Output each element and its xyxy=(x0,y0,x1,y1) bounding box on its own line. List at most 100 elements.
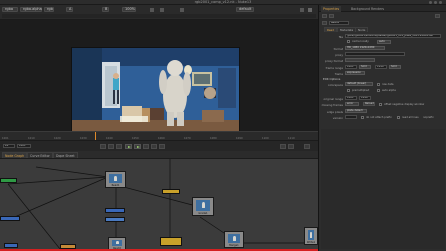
cache-mode-dropdown[interactable]: auto xyxy=(377,40,391,44)
panel-close-icon[interactable] xyxy=(435,14,440,18)
format-label: format xyxy=(333,47,343,51)
current-frame-field[interactable]: 1001 xyxy=(17,144,31,148)
node-graph-canvas[interactable]: Read1 Read2 Grade1 Merge1 Write1 xyxy=(0,159,318,251)
tab-background-renders[interactable]: Background Renders xyxy=(349,6,386,12)
noprefix-label: noprefix xyxy=(423,116,434,119)
frame-mode-dropdown[interactable]: expression xyxy=(345,71,365,75)
input-a-button[interactable]: A xyxy=(66,7,73,12)
first-frame-button[interactable] xyxy=(100,144,106,149)
tab-metadata[interactable]: Metadata xyxy=(337,27,357,32)
node-blue-2[interactable] xyxy=(4,243,18,248)
node-thumbnail xyxy=(196,200,210,211)
hold-after-dropdown[interactable]: hold xyxy=(389,65,401,69)
tab-node[interactable]: Node xyxy=(355,27,369,32)
do-not-attach-prefix-label: do not attach prefix xyxy=(366,116,392,119)
tab-dope-sheet[interactable]: Dope Sheet xyxy=(53,152,78,158)
tab-read[interactable]: Read xyxy=(324,27,338,32)
prev-frame-button[interactable] xyxy=(116,144,122,149)
frame-label: frame xyxy=(334,72,343,76)
version-field[interactable] xyxy=(345,115,357,119)
hold-before-dropdown[interactable]: hold xyxy=(359,65,371,69)
edge-pixels-dropdown[interactable]: plate detect xyxy=(345,109,367,113)
prev-keyframe-button[interactable] xyxy=(108,144,114,149)
last-frame-button[interactable] xyxy=(159,144,165,149)
viewer-toolbar-row2 xyxy=(2,14,316,18)
raw-data-checkbox[interactable] xyxy=(377,83,380,86)
lock-icon[interactable] xyxy=(308,8,312,12)
properties-empty-area xyxy=(321,129,445,249)
node-blue-4[interactable] xyxy=(105,217,125,222)
node-graph-tabs: Node Graph Curve Editor Dope Sheet xyxy=(0,151,318,159)
frame-end-field[interactable]: 1240 xyxy=(375,65,387,69)
proxy-field[interactable] xyxy=(345,52,405,56)
auto-alpha-label: auto alpha xyxy=(382,89,396,92)
input-b-button[interactable]: B xyxy=(102,7,109,12)
node-merge-preview[interactable]: Merge1 xyxy=(224,231,244,248)
edge-pixels-label: edge pixels xyxy=(327,110,343,114)
premultiplied-checkbox[interactable] xyxy=(347,89,350,92)
next-frame-button[interactable] xyxy=(143,144,149,149)
viewer-toolbar: rgba rgba.alpha rgb A B 100% default xyxy=(0,5,318,20)
node-grade1[interactable]: Grade1 xyxy=(192,197,214,216)
offset-negative-checkbox[interactable] xyxy=(379,103,382,106)
node-label: Write1 xyxy=(306,241,316,244)
node-thumbnail xyxy=(308,230,314,240)
viewer-panel[interactable]: BBL 1920,1080 1920x1080 1920 x 1080 bbox… xyxy=(0,20,318,142)
raw-data-label: raw data xyxy=(382,83,394,86)
maximize-icon[interactable] xyxy=(434,1,437,4)
layer-dropdown[interactable]: rgb xyxy=(44,7,54,12)
do-not-attach-prefix-checkbox[interactable] xyxy=(361,116,364,119)
reload-button[interactable]: Reload xyxy=(363,102,375,106)
node-read-green[interactable] xyxy=(0,178,17,183)
version-label: version xyxy=(332,116,343,120)
node-gold[interactable] xyxy=(162,189,180,194)
loop-button[interactable] xyxy=(280,144,286,149)
viewer-settings-icon[interactable] xyxy=(300,8,304,12)
node-label: Read1 xyxy=(111,184,120,187)
node-color-icon[interactable] xyxy=(322,21,327,25)
file-path-field[interactable]: /jobs/rgb2001/shot010/plates/rgb2001_010… xyxy=(345,34,441,38)
format-dropdown[interactable]: HD_1080 1920x1080 xyxy=(345,46,385,50)
node-name-field[interactable]: Read1 xyxy=(329,21,349,25)
frame-start-field[interactable]: 1001 xyxy=(345,65,357,69)
next-keyframe-button[interactable] xyxy=(151,144,157,149)
orig-start-field[interactable]: 1001 xyxy=(345,96,357,100)
roi-icon[interactable] xyxy=(150,8,154,12)
orig-end-field[interactable]: 1240 xyxy=(359,96,371,100)
minimize-icon[interactable] xyxy=(429,1,432,4)
panel-lock-icon[interactable] xyxy=(322,14,327,18)
channels-dropdown[interactable]: rgba xyxy=(2,7,18,12)
node-merge1[interactable] xyxy=(160,237,182,246)
tab-properties[interactable]: Properties xyxy=(321,6,342,12)
missing-frames-label: missing frames xyxy=(321,103,343,107)
proxy-format-dropdown[interactable] xyxy=(345,58,375,62)
tab-curve-editor[interactable]: Curve Editor xyxy=(27,152,53,158)
node-blue-3[interactable] xyxy=(105,208,125,213)
tab-node-graph[interactable]: Node Graph xyxy=(2,152,28,158)
play-button[interactable] xyxy=(134,144,141,149)
viewer-image xyxy=(71,47,240,142)
colorspace-dropdown[interactable]: default (linear) xyxy=(345,82,373,86)
colorspace-dropdown[interactable]: default xyxy=(236,7,254,12)
pause-icon[interactable] xyxy=(160,8,164,12)
playback-settings-button[interactable] xyxy=(304,144,310,149)
zoom-dropdown[interactable]: 100% xyxy=(122,7,136,12)
play-backward-button[interactable] xyxy=(125,144,132,149)
fps-field[interactable]: 24 xyxy=(3,144,15,148)
channel-dropdown[interactable]: rgba.alpha xyxy=(20,7,42,12)
read-all-lines-checkbox[interactable] xyxy=(397,116,400,119)
node-write1[interactable]: Write1 xyxy=(304,227,318,245)
cache-locally-label: cache locally xyxy=(352,40,369,43)
exr-options-section[interactable]: EXR Options xyxy=(323,77,340,81)
range-button[interactable] xyxy=(288,144,294,149)
close-icon[interactable] xyxy=(439,1,442,4)
node-read1[interactable]: Read1 xyxy=(105,171,126,188)
missing-frames-dropdown[interactable]: error xyxy=(345,102,359,106)
node-blue-1[interactable] xyxy=(0,216,20,221)
refresh-icon[interactable] xyxy=(180,8,184,12)
premultiplied-label: premultiplied xyxy=(352,89,370,92)
timeline-bar[interactable]: 1001 1010 1020 1030 1040 1050 1060 1070 … xyxy=(0,131,318,141)
auto-alpha-checkbox[interactable] xyxy=(377,89,380,92)
cache-locally-checkbox[interactable] xyxy=(347,40,350,43)
panel-clear-icon[interactable] xyxy=(329,14,334,18)
